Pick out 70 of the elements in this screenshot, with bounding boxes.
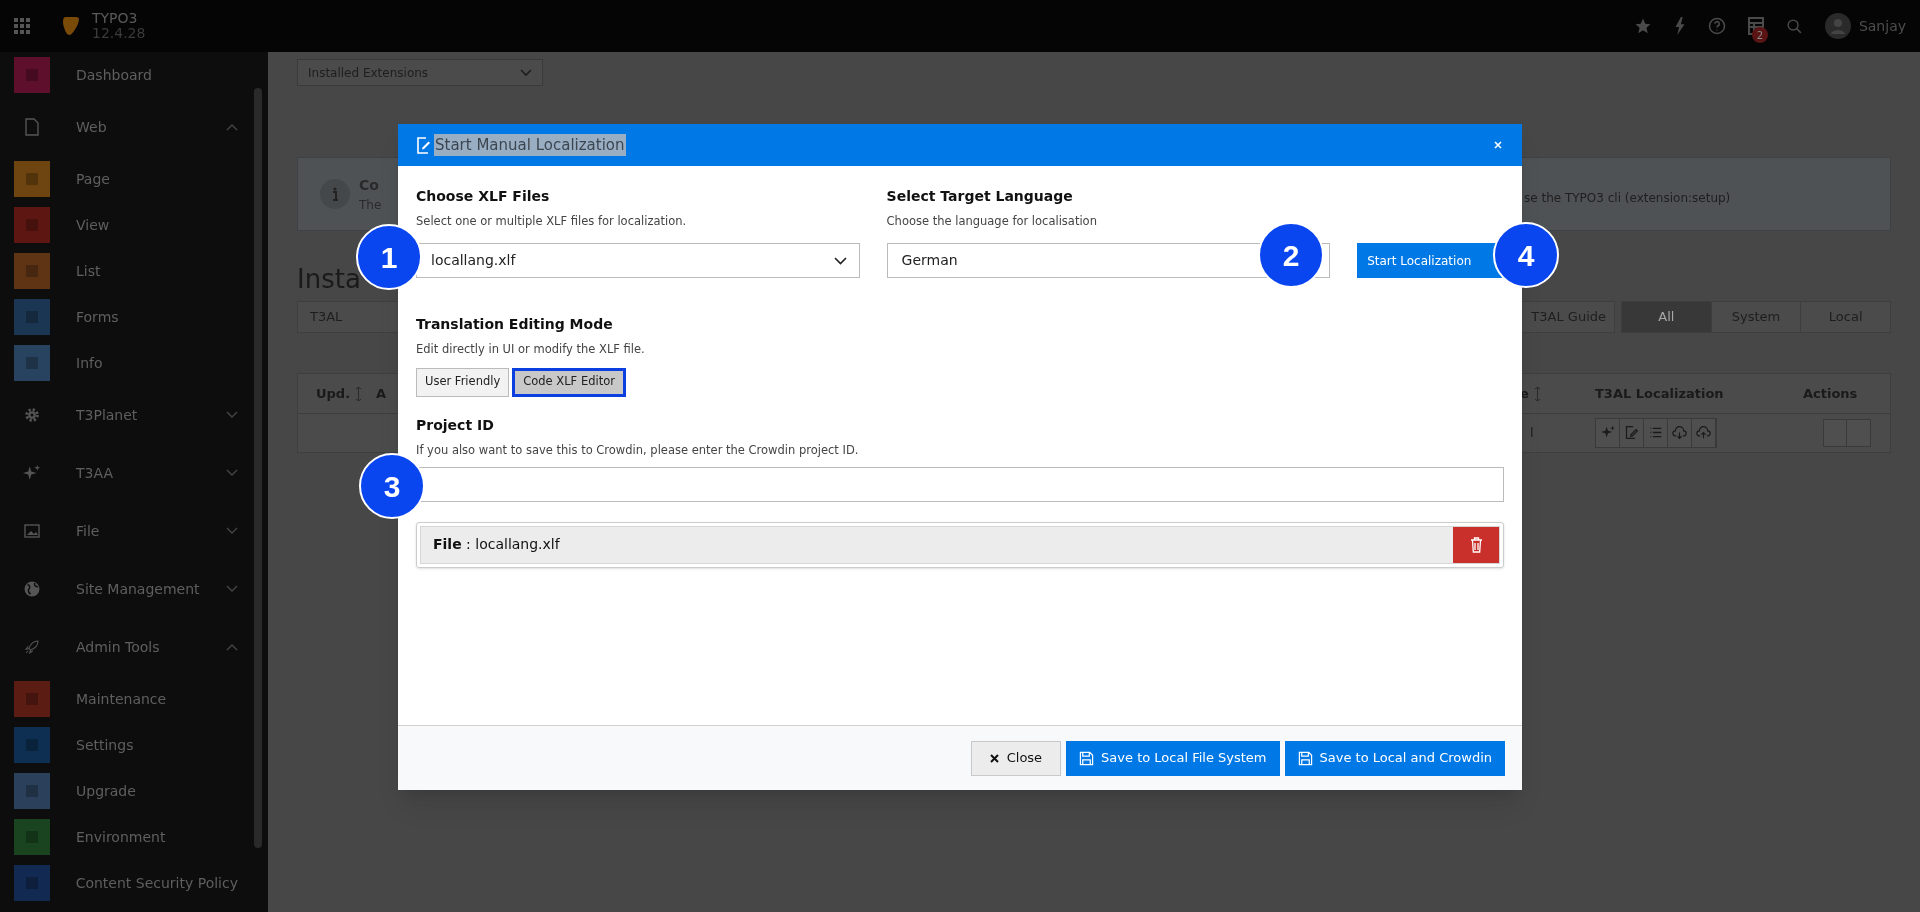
info-icon <box>320 179 350 209</box>
sidebar-item[interactable]: Environment <box>76 826 166 848</box>
save-button[interactable]: Save to Local and Crowdin <box>1284 740 1505 776</box>
file-entry: File : locallang.xlf <box>432 535 560 555</box>
mode-toggle[interactable]: Code XLF Editor <box>512 367 626 397</box>
field-label: Choose XLF Files <box>416 187 551 206</box>
save-button[interactable]: Save to Local File System <box>1066 740 1280 776</box>
edit-button[interactable] <box>1620 418 1644 447</box>
product-name: TYPO3 <box>92 11 139 26</box>
apps-menu-icon[interactable] <box>14 18 30 34</box>
cloud-download-icon <box>1672 425 1687 441</box>
notification-badge: 2 <box>1751 27 1768 43</box>
sidebar-group[interactable]: T3AA <box>76 462 113 484</box>
image-icon <box>24 524 40 538</box>
sidebar-item[interactable]: Forms <box>76 306 119 328</box>
sidebar-group[interactable]: Web <box>76 116 107 138</box>
step-marker: 2 <box>1258 222 1324 288</box>
sidebar-item[interactable]: List <box>76 260 101 282</box>
sidebar-item[interactable]: Page <box>76 168 110 190</box>
start-localization-button[interactable]: Start Localization <box>1357 243 1504 279</box>
sparkle-button[interactable] <box>1596 418 1620 447</box>
edit-icon <box>1624 425 1639 441</box>
search-icon[interactable] <box>1785 17 1803 35</box>
chevron-down-icon <box>833 256 847 265</box>
trash-icon <box>1469 536 1483 553</box>
step-marker: 1 <box>356 224 422 290</box>
document-icon <box>24 118 40 136</box>
sidebar-group[interactable]: T3Planet <box>76 404 138 426</box>
sidebar-item[interactable]: Settings <box>76 734 134 756</box>
mode-toggle[interactable]: User Friendly <box>416 367 510 397</box>
scrollbar[interactable] <box>254 88 262 848</box>
globe-icon <box>23 580 41 598</box>
filter-tab[interactable]: All <box>1621 301 1712 333</box>
sidebar-item[interactable]: Upgrade <box>76 780 136 802</box>
step-marker: 4 <box>1493 222 1559 288</box>
close-icon <box>989 753 999 763</box>
chevron-down-icon <box>520 68 532 77</box>
star-icon[interactable] <box>1633 17 1652 35</box>
cloud-upload-button[interactable] <box>1692 418 1716 447</box>
cloud-upload-icon <box>1696 425 1711 441</box>
sidebar-item[interactable]: Dashboard <box>76 64 152 86</box>
sidebar-group[interactable]: Admin Tools <box>76 636 160 658</box>
field-label: Project ID <box>416 415 495 435</box>
sidebar-item[interactable]: Maintenance <box>76 688 167 710</box>
lightning-icon[interactable] <box>1673 17 1686 35</box>
sidebar-group[interactable]: Site Management <box>76 578 200 600</box>
field-label: Translation Editing Mode <box>416 315 614 335</box>
user-name[interactable]: Sanjay <box>1858 15 1906 37</box>
file-select[interactable]: locallang.xlf <box>416 243 860 279</box>
edit-icon <box>416 136 432 154</box>
sort-icon <box>356 387 362 401</box>
sidebar-item[interactable]: Info <box>76 352 103 374</box>
sidebar-item[interactable]: View <box>76 214 110 236</box>
step-marker: 3 <box>359 453 425 519</box>
list-button[interactable] <box>1644 418 1668 447</box>
help-icon[interactable] <box>1707 17 1726 35</box>
modal-title: Start Manual Localization <box>434 133 626 157</box>
rocket-icon <box>23 638 41 656</box>
sort-icon <box>1534 387 1540 401</box>
field-hint: Choose the language for localisation <box>886 213 1098 230</box>
sparkle-icon <box>23 464 41 482</box>
field-hint: Edit directly in UI or modify the XLF file. <box>416 341 646 359</box>
avatar-icon[interactable] <box>1824 13 1851 39</box>
cloud-download-button[interactable] <box>1668 418 1692 447</box>
close-button[interactable]: Close <box>970 740 1062 776</box>
sidebar-item[interactable]: Content Security Policy <box>75 872 238 894</box>
sidebar-group[interactable]: File <box>76 520 100 542</box>
field-label: Select Target Language <box>886 187 1074 206</box>
delete-button[interactable] <box>1453 526 1499 563</box>
gear-icon <box>23 406 41 424</box>
